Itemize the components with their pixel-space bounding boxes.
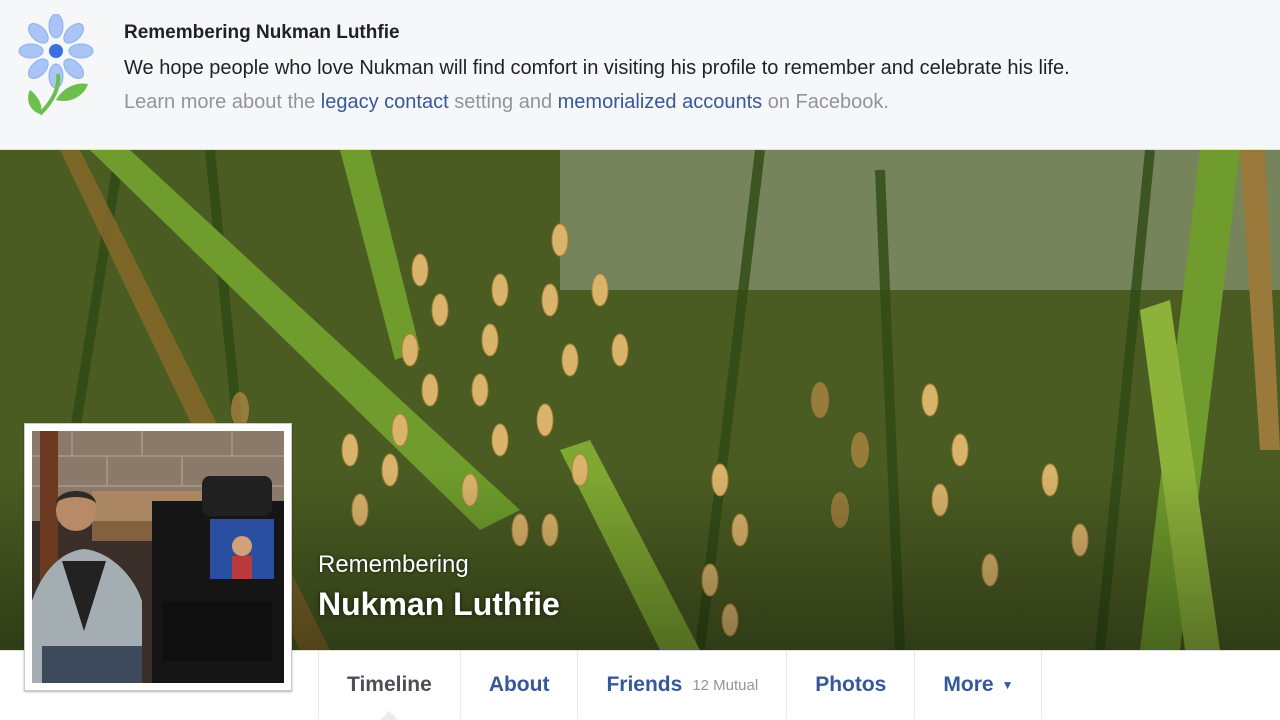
banner-message: We hope people who love Nukman will find… xyxy=(124,57,1070,79)
profile-tabs: Timeline About Friends 12 Mutual Photos … xyxy=(318,651,1043,720)
tab-photos[interactable]: Photos xyxy=(786,651,914,719)
tab-more-label: More xyxy=(943,673,994,696)
mutual-friends-count: 12 Mutual xyxy=(692,676,759,694)
memorialized-accounts-link[interactable]: memorialized accounts xyxy=(558,91,763,113)
learn-prefix: Learn more about the xyxy=(124,91,321,113)
tab-more[interactable]: More ▼ xyxy=(914,651,1043,719)
tab-friends[interactable]: Friends 12 Mutual xyxy=(577,651,786,719)
profile-photo-illustration xyxy=(32,431,284,683)
profile-picture[interactable] xyxy=(24,423,292,691)
profile-name[interactable]: Nukman Luthfie xyxy=(318,586,560,623)
flower-icon xyxy=(18,14,94,116)
tab-photos-label: Photos xyxy=(815,673,887,696)
tab-timeline[interactable]: Timeline xyxy=(318,651,460,720)
banner-title: Remembering Nukman Luthfie xyxy=(124,22,400,43)
tab-friends-label: Friends xyxy=(606,673,683,696)
tab-about-label: About xyxy=(488,673,550,696)
cover-remembering-label: Remembering xyxy=(318,551,469,578)
banner-learn-more: Learn more about the legacy contact sett… xyxy=(124,91,889,114)
memorial-banner: Remembering Nukman Luthfie We hope peopl… xyxy=(0,0,1280,150)
tab-timeline-label: Timeline xyxy=(347,673,432,696)
learn-middle: setting and xyxy=(448,91,558,113)
learn-suffix: on Facebook. xyxy=(762,91,889,113)
tab-about[interactable]: About xyxy=(459,651,578,719)
legacy-contact-link[interactable]: legacy contact xyxy=(321,91,449,113)
caret-down-icon: ▼ xyxy=(1001,678,1014,692)
